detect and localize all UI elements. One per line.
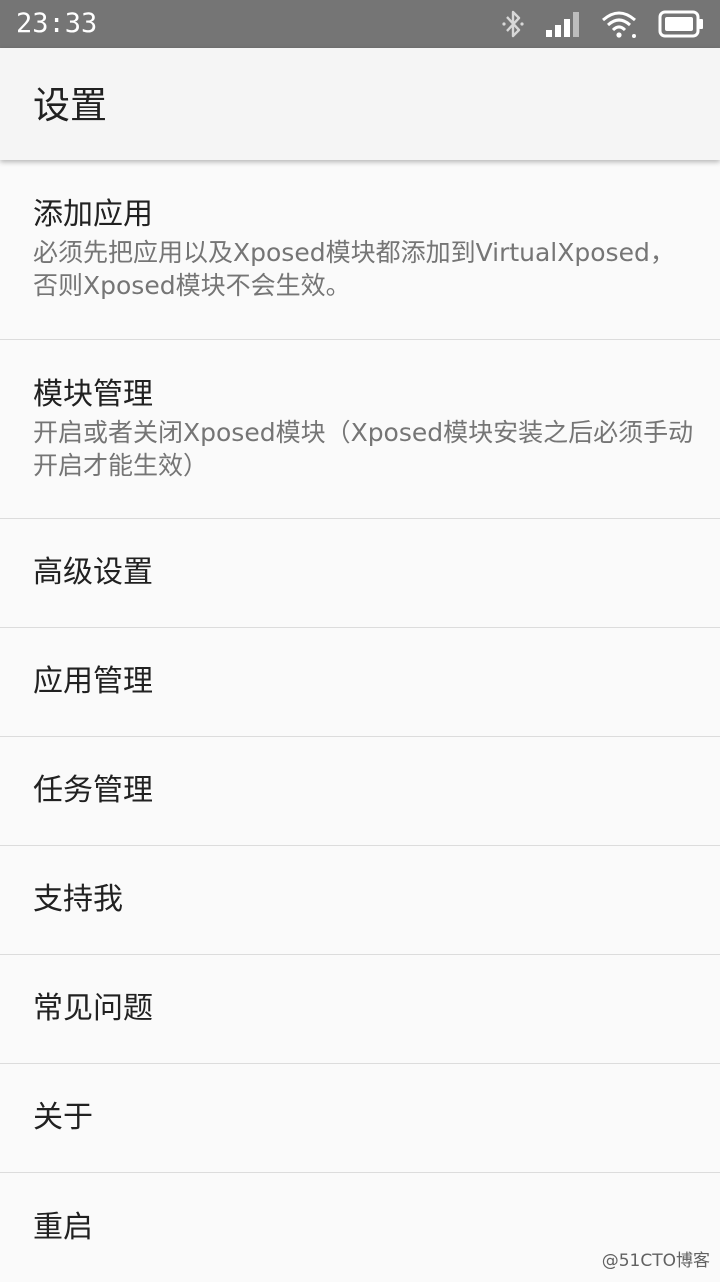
settings-item-about[interactable]: 关于 [0, 1064, 720, 1173]
settings-item-title: 添加应用 [33, 195, 696, 235]
settings-item-support-me[interactable]: 支持我 [0, 846, 720, 955]
settings-item-app-management[interactable]: 应用管理 [0, 628, 720, 737]
settings-item-title: 支持我 [33, 880, 123, 920]
cellular-signal-icon [546, 11, 580, 37]
settings-item-task-management[interactable]: 任务管理 [0, 737, 720, 846]
wifi-icon [600, 9, 638, 39]
settings-item-faq[interactable]: 常见问题 [0, 955, 720, 1064]
status-bar: 23:33 [0, 0, 720, 48]
settings-item-title: 模块管理 [33, 375, 696, 415]
bluetooth-icon [500, 9, 526, 39]
status-time: 23:33 [16, 6, 97, 42]
settings-item-title: 重启 [33, 1208, 93, 1248]
app-bar: 设置 [0, 48, 720, 160]
settings-item-title: 应用管理 [33, 662, 153, 702]
settings-item-title: 常见问题 [33, 989, 153, 1029]
settings-item-summary: 开启或者关闭Xposed模块（Xposed模块安装之后必须手动开启才能生效） [33, 416, 696, 482]
settings-item-advanced-settings[interactable]: 高级设置 [0, 519, 720, 628]
settings-item-title: 任务管理 [33, 771, 153, 811]
settings-item-add-app[interactable]: 添加应用 必须先把应用以及Xposed模块都添加到VirtualXposed，否… [0, 160, 720, 340]
settings-list: 添加应用 必须先把应用以及Xposed模块都添加到VirtualXposed，否… [0, 160, 720, 1282]
settings-item-title: 关于 [33, 1098, 93, 1138]
status-icons [500, 0, 704, 48]
settings-item-title: 高级设置 [33, 553, 153, 593]
watermark: @51CTO博客 [602, 1250, 710, 1272]
settings-item-summary: 必须先把应用以及Xposed模块都添加到VirtualXposed，否则Xpos… [33, 236, 696, 302]
battery-icon [658, 10, 704, 38]
settings-item-module-management[interactable]: 模块管理 开启或者关闭Xposed模块（Xposed模块安装之后必须手动开启才能… [0, 340, 720, 519]
page-title: 设置 [33, 84, 107, 128]
